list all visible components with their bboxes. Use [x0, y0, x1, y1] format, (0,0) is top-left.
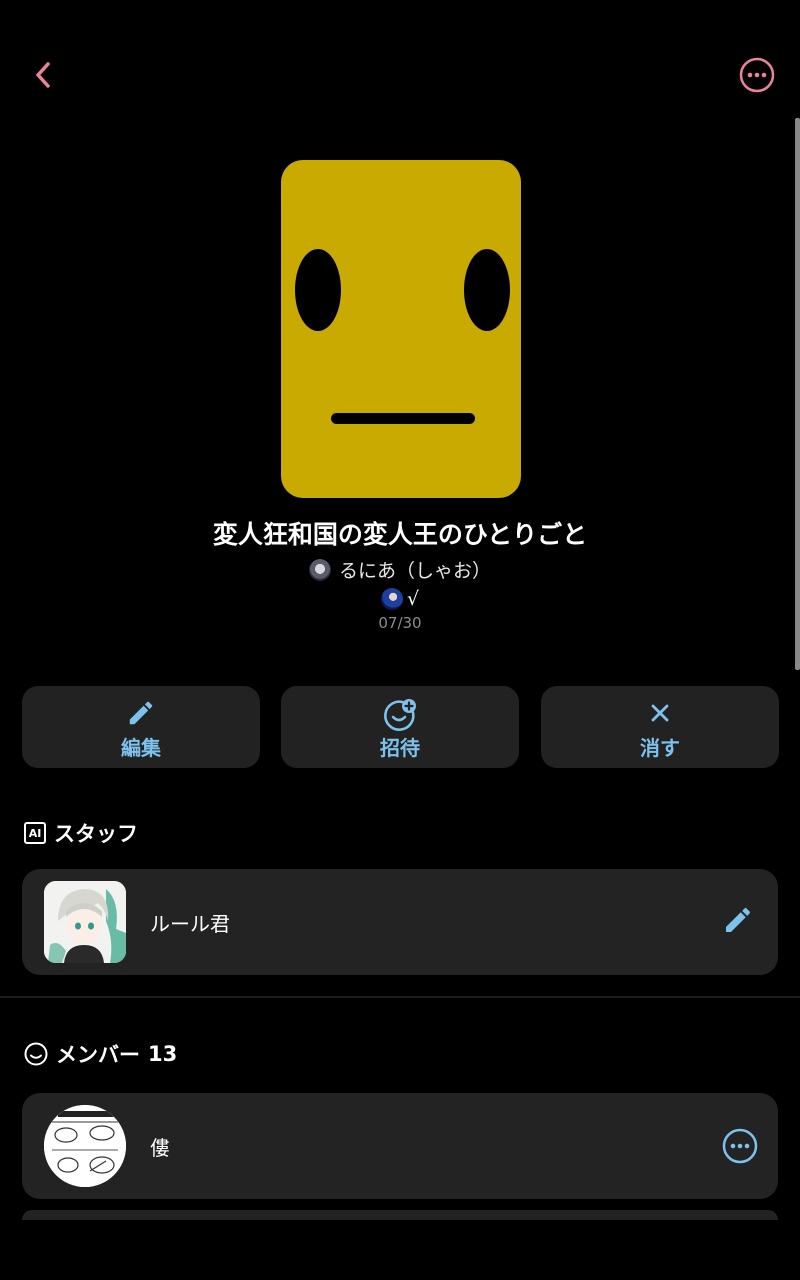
- top-bar: [0, 0, 800, 150]
- pencil-icon: [129, 701, 153, 725]
- member-avatar: [44, 1105, 126, 1187]
- cover-right-eye: [464, 249, 510, 331]
- staff-row[interactable]: ルール君: [22, 869, 778, 975]
- staff-section-header: AI スタッフ: [24, 818, 138, 848]
- staff-section-title: スタッフ: [54, 822, 138, 846]
- sub-row[interactable]: √: [0, 588, 800, 610]
- members-count: 13: [148, 1042, 178, 1066]
- more-horizontal-circle-icon: [739, 57, 775, 93]
- member-row-next[interactable]: [22, 1210, 778, 1220]
- staff-avatar: [44, 881, 126, 963]
- more-options-button[interactable]: [738, 56, 776, 94]
- back-button[interactable]: [26, 56, 60, 94]
- member-row[interactable]: 僂: [22, 1093, 778, 1199]
- member-name: 僂: [150, 1135, 170, 1160]
- close-icon: [651, 704, 669, 722]
- delete-label: 消す: [640, 736, 680, 760]
- album-date: 07/30: [378, 614, 422, 632]
- edit-button[interactable]: 編集: [22, 686, 260, 768]
- invite-smile-plus-icon: [384, 699, 416, 731]
- album-cover-image: [281, 160, 521, 498]
- section-divider: [0, 996, 800, 998]
- sub-avatar: [380, 588, 403, 610]
- more-horizontal-circle-icon: [722, 1128, 758, 1164]
- pencil-icon: [726, 907, 751, 932]
- member-more-button[interactable]: [721, 1127, 759, 1165]
- cover-left-eye: [295, 249, 341, 331]
- staff-edit-button[interactable]: [722, 904, 758, 940]
- album-title: 変人狂和国の変人王のひとりごと: [212, 520, 588, 549]
- invite-button[interactable]: 招待: [281, 686, 519, 768]
- owner-name: るにあ（しゃお）: [338, 560, 491, 582]
- delete-button[interactable]: 消す: [541, 686, 779, 768]
- invite-label: 招待: [380, 736, 420, 760]
- cover-mouth: [331, 413, 475, 424]
- owner-row[interactable]: るにあ（しゃお）: [0, 556, 800, 583]
- owner-avatar: [308, 558, 331, 581]
- members-section-title: メンバー: [56, 1043, 140, 1067]
- sub-text: √: [406, 588, 420, 610]
- edit-label: 編集: [121, 736, 161, 760]
- smile-face-icon: [24, 1042, 48, 1066]
- chevron-left-icon: [36, 62, 50, 88]
- ai-badge-icon: AI: [24, 822, 46, 844]
- members-section-header: メンバー 13: [24, 1039, 177, 1069]
- staff-name: ルール君: [150, 911, 230, 936]
